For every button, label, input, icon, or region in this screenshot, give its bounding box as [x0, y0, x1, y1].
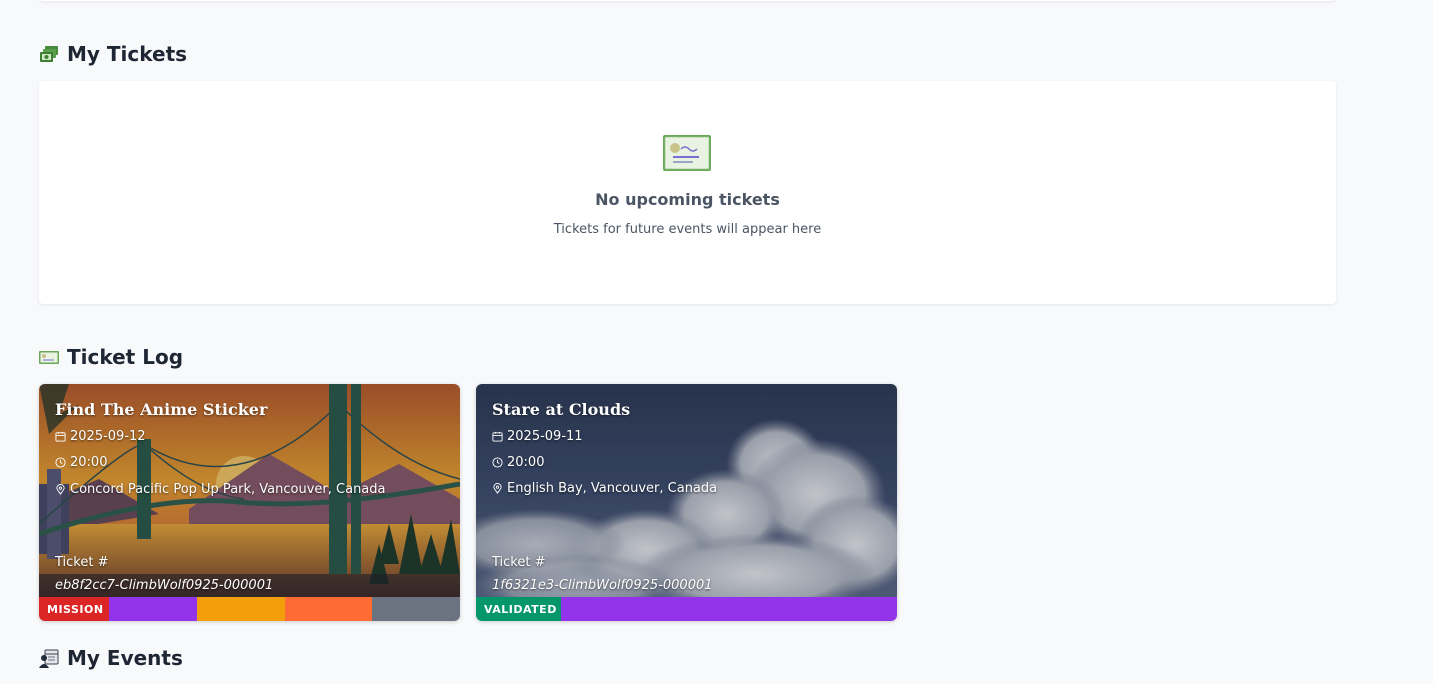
category-stripe [285, 597, 372, 621]
ticket-number-label: Ticket # [55, 555, 109, 570]
ticket-icon [663, 135, 711, 171]
previous-section-card [39, 0, 1336, 1]
event-time: 20:00 [507, 455, 545, 470]
ticket-log-card[interactable]: Find The Anime Sticker 2025-09-12 20:00 … [39, 384, 460, 621]
ticket-number-label: Ticket # [492, 555, 546, 570]
status-badge: MISSION [39, 597, 109, 621]
event-title: Stare at Clouds [492, 400, 631, 419]
event-time-row: 20:00 [492, 455, 544, 470]
calendar-person-icon [39, 649, 59, 668]
event-time: 20:00 [70, 455, 108, 470]
section-title-label: My Tickets [67, 42, 188, 66]
ticket-number: eb8f2cc7-ClimbWolf0925-000001 [55, 578, 274, 593]
event-date-row: 2025-09-11 [492, 429, 583, 444]
event-location: English Bay, Vancouver, Canada [507, 481, 718, 496]
calendar-icon [55, 431, 66, 442]
calendar-icon [492, 431, 503, 442]
section-title-label: Ticket Log [67, 345, 184, 369]
empty-state-title: No upcoming tickets [595, 190, 780, 209]
my-tickets-heading: My Tickets [39, 42, 187, 66]
category-stripe [372, 597, 460, 621]
clock-icon [55, 457, 66, 468]
ticket-log-card[interactable]: Stare at Clouds 2025-09-11 20:00 English… [476, 384, 897, 621]
event-location: Concord Pacific Pop Up Park, Vancouver, … [70, 482, 386, 497]
event-location-row: Concord Pacific Pop Up Park, Vancouver, … [55, 482, 386, 497]
no-tickets-card: No upcoming tickets Tickets for future e… [39, 81, 1336, 304]
event-date: 2025-09-12 [70, 429, 146, 444]
event-date-row: 2025-09-12 [55, 429, 146, 444]
clock-icon [492, 457, 503, 468]
event-location-row: English Bay, Vancouver, Canada [492, 481, 717, 496]
location-pin-icon [493, 483, 502, 494]
page: My Tickets No upcoming tickets Tickets f… [0, 0, 1433, 684]
event-title: Find The Anime Sticker [55, 400, 268, 419]
event-time-row: 20:00 [55, 455, 107, 470]
ticket-icon [39, 351, 59, 364]
ticket-number: 1f6321e3-ClimbWolf0925-000001 [492, 578, 713, 593]
category-stripe [109, 597, 197, 621]
event-date: 2025-09-11 [507, 429, 583, 444]
category-stripe [197, 597, 285, 621]
status-badge: VALIDATED [476, 597, 561, 621]
section-title-label: My Events [67, 646, 183, 670]
ticket-status-bar: MISSION [39, 597, 460, 621]
ticket-status-bar: VALIDATED [476, 597, 897, 621]
location-pin-icon [56, 484, 65, 495]
tickets-stack-icon [40, 46, 58, 62]
empty-state-subtitle: Tickets for future events will appear he… [553, 222, 822, 237]
category-stripe [561, 597, 897, 621]
ticket-log-heading: Ticket Log [39, 345, 183, 369]
my-events-heading: My Events [39, 646, 183, 670]
